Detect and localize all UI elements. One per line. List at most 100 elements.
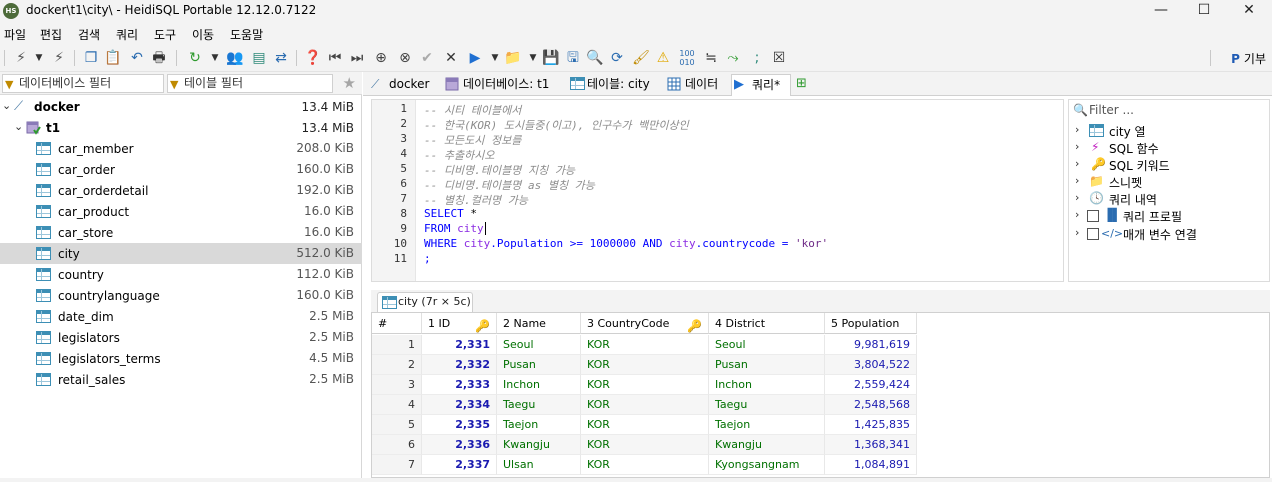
chevron-right-icon[interactable]: ›: [1075, 226, 1079, 239]
tree-node-table[interactable]: retail_sales 2.5 MiB: [0, 369, 362, 390]
sql-editor[interactable]: 1 2 3 4 5 6 7 8 9 10 11 -- 시티 테이블에서 -- 한…: [371, 99, 1064, 282]
favorite-star-icon[interactable]: ★: [343, 74, 356, 92]
table-row[interactable]: 5 2,335 Taejon KOR Taejon 1,425,835: [372, 415, 917, 435]
bind-params-checkbox[interactable]: [1087, 228, 1099, 240]
menu-edit[interactable]: 편집: [40, 26, 62, 43]
table-row[interactable]: 3 2,333 Inchon KOR Inchon 2,559,424: [372, 375, 917, 395]
id-cell[interactable]: 2,331: [422, 335, 497, 355]
name-cell[interactable]: Taejon: [497, 415, 581, 435]
table-row[interactable]: 2 2,332 Pusan KOR Pusan 3,804,522: [372, 355, 917, 375]
tree-node-table[interactable]: car_product 16.0 KiB: [0, 201, 362, 222]
row-number-cell[interactable]: 4: [372, 395, 422, 415]
menu-go[interactable]: 이동: [192, 26, 214, 43]
countrycode-cell[interactable]: KOR: [581, 335, 709, 355]
chevron-right-icon[interactable]: ›: [1075, 191, 1079, 204]
replace-icon[interactable]: ⟳: [608, 49, 626, 67]
countrycode-cell[interactable]: KOR: [581, 355, 709, 375]
chevron-right-icon[interactable]: ›: [1075, 140, 1079, 153]
post-record-icon[interactable]: ✔: [418, 49, 436, 67]
tree-node-table[interactable]: car_orderdetail 192.0 KiB: [0, 180, 362, 201]
tab-host[interactable]: ⟋ docker: [369, 74, 437, 96]
donate-button[interactable]: P 기부: [1231, 50, 1266, 67]
last-record-icon[interactable]: ⏭: [348, 49, 366, 67]
countrycode-cell[interactable]: KOR: [581, 455, 709, 475]
helper-item-profile[interactable]: › ▐▌ 쿼리 프로필: [1075, 208, 1265, 225]
name-cell[interactable]: Kwangju: [497, 435, 581, 455]
helper-item-bind-params[interactable]: › </> 매개 변수 연결: [1075, 226, 1265, 243]
row-number-cell[interactable]: 7: [372, 455, 422, 475]
maintenance-icon[interactable]: ▤: [250, 49, 268, 67]
tree-node-table[interactable]: car_store 16.0 KiB: [0, 222, 362, 243]
id-cell[interactable]: 2,332: [422, 355, 497, 375]
insert-record-icon[interactable]: ⊕: [372, 49, 390, 67]
row-number-cell[interactable]: 6: [372, 435, 422, 455]
delete-record-icon[interactable]: ⊗: [396, 49, 414, 67]
countrycode-cell[interactable]: KOR: [581, 395, 709, 415]
row-number-cell[interactable]: 5: [372, 415, 422, 435]
countrycode-cell[interactable]: KOR: [581, 415, 709, 435]
column-header-name[interactable]: 2 Name: [497, 313, 581, 334]
row-number-cell[interactable]: 3: [372, 375, 422, 395]
tab-data[interactable]: 데이터: [665, 74, 727, 96]
population-cell[interactable]: 2,559,424: [825, 375, 917, 395]
semicolon-icon[interactable]: ;: [748, 49, 766, 67]
help-icon[interactable]: ❓: [304, 49, 322, 67]
tree-node-table[interactable]: country 112.0 KiB: [0, 264, 362, 285]
close-window-button[interactable]: ✕: [1226, 0, 1272, 22]
helper-item-columns[interactable]: › city 열: [1075, 123, 1265, 140]
autocommit-icon[interactable]: ⤳: [724, 49, 742, 67]
name-cell[interactable]: Ulsan: [497, 455, 581, 475]
menu-file[interactable]: 파일: [4, 26, 26, 43]
population-cell[interactable]: 1,084,891: [825, 455, 917, 475]
column-header-countrycode[interactable]: 3 CountryCode 🔑: [581, 313, 709, 334]
tree-node-table[interactable]: car_member 208.0 KiB: [0, 138, 362, 159]
tab-query[interactable]: ▶ 쿼리*: [731, 74, 791, 96]
column-header-rownum[interactable]: #: [372, 313, 422, 334]
chevron-right-icon[interactable]: ›: [1075, 208, 1079, 221]
population-cell[interactable]: 1,425,835: [825, 415, 917, 435]
paste-icon[interactable]: 📋: [104, 49, 122, 67]
column-header-id[interactable]: 1 ID 🔑: [422, 313, 497, 334]
id-cell[interactable]: 2,335: [422, 415, 497, 435]
tree-node-server[interactable]: ⌄ ⟋ docker 13.4 MiB: [0, 96, 362, 117]
sync-icon[interactable]: ⇄: [272, 49, 290, 67]
print-icon[interactable]: 🖶: [150, 49, 168, 67]
database-filter-input[interactable]: ▼ 데이터베이스 필터: [2, 74, 164, 93]
menu-tools[interactable]: 도구: [154, 26, 176, 43]
district-cell[interactable]: Taegu: [709, 395, 825, 415]
population-cell[interactable]: 1,368,341: [825, 435, 917, 455]
tree-node-database[interactable]: ⌄ t1 13.4 MiB: [0, 117, 362, 138]
find-icon[interactable]: 🔍: [586, 49, 604, 67]
column-header-district[interactable]: 4 District: [709, 313, 825, 334]
district-cell[interactable]: Inchon: [709, 375, 825, 395]
tab-table[interactable]: 테이블: city: [567, 74, 659, 96]
tree-node-table[interactable]: legislators_terms 4.5 MiB: [0, 348, 362, 369]
tree-node-table[interactable]: car_order 160.0 KiB: [0, 159, 362, 180]
row-number-cell[interactable]: 2: [372, 355, 422, 375]
district-cell[interactable]: Kwangju: [709, 435, 825, 455]
menu-query[interactable]: 쿼리: [116, 26, 138, 43]
maximize-button[interactable]: ☐: [1181, 0, 1227, 22]
run-dropdown-icon[interactable]: ▼: [486, 49, 504, 67]
table-row[interactable]: 7 2,337 Ulsan KOR Kyongsangnam 1,084,891: [372, 455, 917, 475]
refresh-icon[interactable]: ↻: [186, 49, 204, 67]
result-tab-city[interactable]: city (7r × 5c): [377, 292, 473, 312]
helper-item-history[interactable]: › 🕓 쿼리 내역: [1075, 191, 1265, 208]
countrycode-cell[interactable]: KOR: [581, 375, 709, 395]
name-cell[interactable]: Taegu: [497, 395, 581, 415]
open-dropdown-icon[interactable]: ▼: [524, 49, 542, 67]
table-filter-input[interactable]: ▼ 테이블 필터: [167, 74, 333, 93]
menu-help[interactable]: 도움말: [230, 26, 263, 43]
chevron-right-icon[interactable]: ›: [1075, 157, 1079, 170]
name-cell[interactable]: Inchon: [497, 375, 581, 395]
population-cell[interactable]: 2,548,568: [825, 395, 917, 415]
save-file-icon[interactable]: 💾: [542, 49, 560, 67]
name-cell[interactable]: Seoul: [497, 335, 581, 355]
table-row[interactable]: 6 2,336 Kwangju KOR Kwangju 1,368,341: [372, 435, 917, 455]
close-tab-icon[interactable]: ☒: [770, 49, 788, 67]
population-cell[interactable]: 3,804,522: [825, 355, 917, 375]
helper-item-snippets[interactable]: › 📁 스니펫: [1075, 174, 1265, 191]
chevron-right-icon[interactable]: ›: [1075, 123, 1079, 136]
copy-icon[interactable]: ❐: [82, 49, 100, 67]
district-cell[interactable]: Seoul: [709, 335, 825, 355]
